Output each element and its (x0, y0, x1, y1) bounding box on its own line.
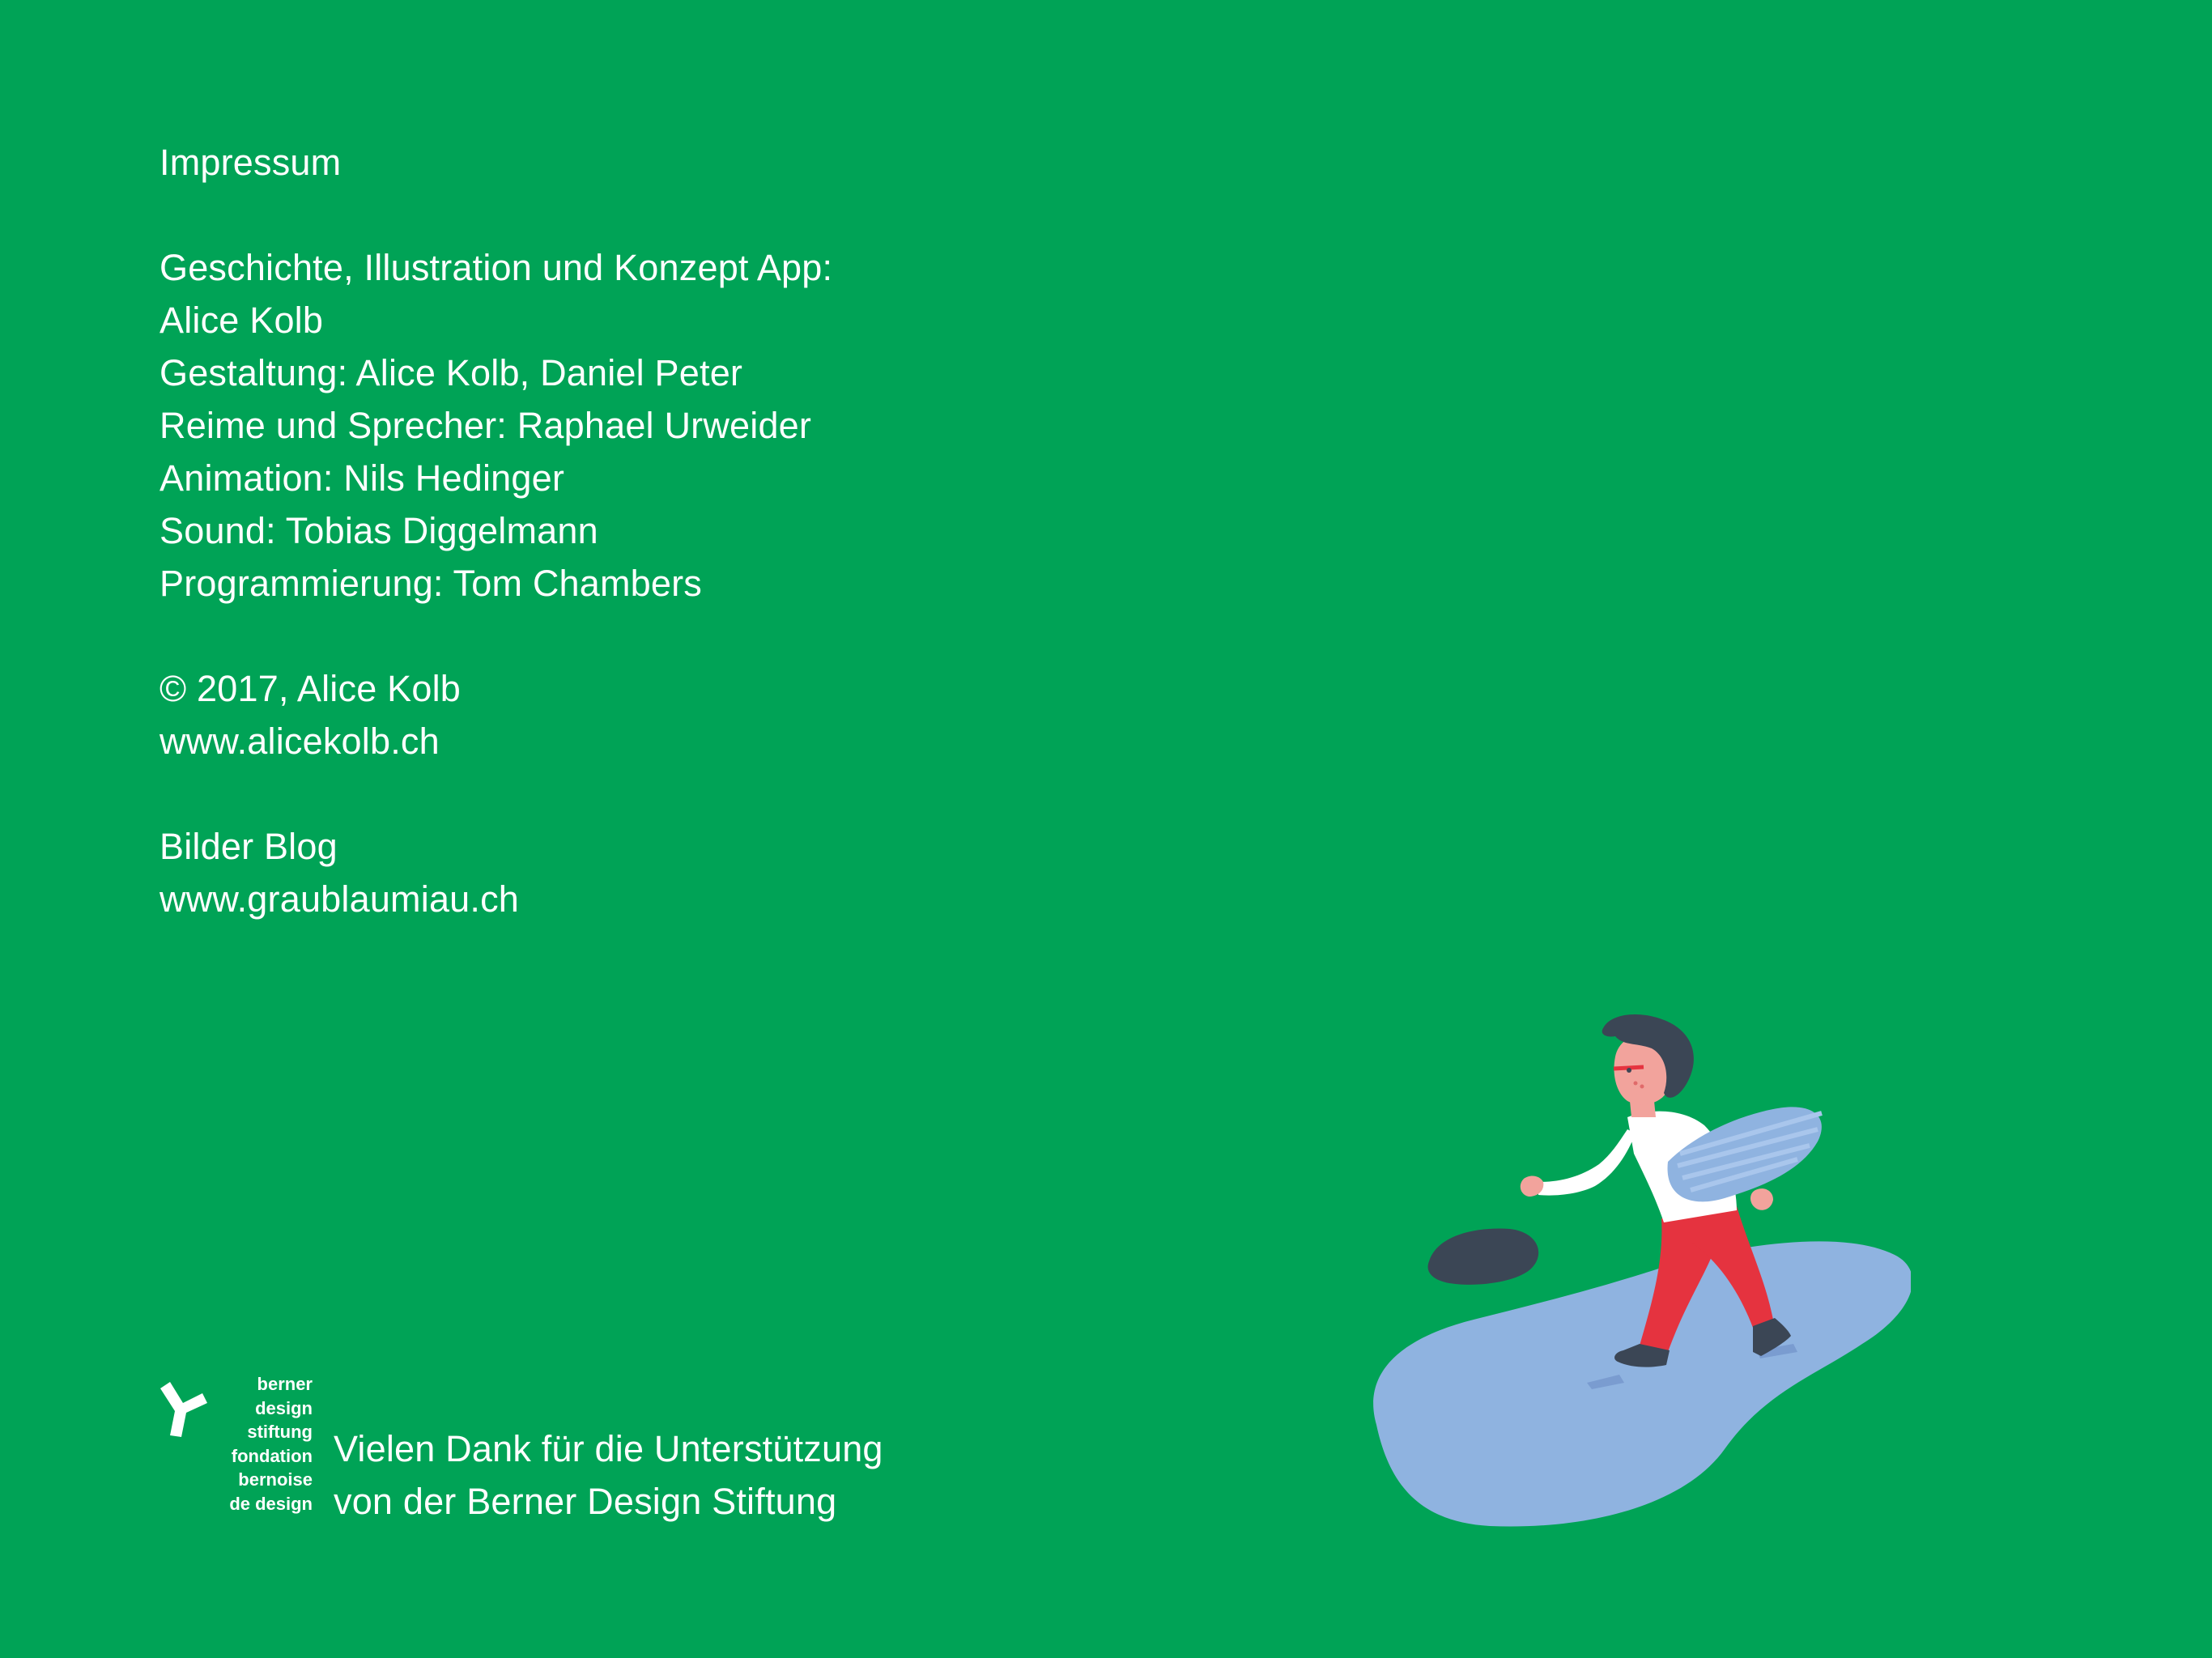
logo-line: fondation (231, 1445, 313, 1466)
shirt-arm (1538, 1129, 1636, 1196)
programming-credit: Programmierung: Tom Chambers (160, 563, 703, 604)
concept-label: Geschichte, Illustration und Konzept App… (160, 247, 833, 288)
logo-line: berner (257, 1374, 313, 1394)
logo-line: de design (229, 1493, 313, 1514)
freckle (1633, 1081, 1638, 1086)
walking-person-illustration (1373, 1014, 1911, 1527)
stone-shape (1427, 1228, 1539, 1285)
rhymes-credit: Reime und Sprecher: Raphael Urweider (160, 405, 812, 446)
animation-credit: Animation: Nils Hedinger (160, 457, 565, 499)
credits-block: Impressum Geschichte, Illustration und K… (160, 136, 1212, 925)
hand (1750, 1188, 1773, 1210)
thanks-line-2: von der Berner Design Stiftung (334, 1481, 837, 1522)
blog-label: Bilder Blog (160, 826, 338, 867)
impressum-heading: Impressum (160, 142, 342, 183)
thanks-line-1: Vielen Dank für die Unterstützung (334, 1428, 883, 1469)
sound-credit: Sound: Tobias Diggelmann (160, 510, 598, 551)
logo-line: bernoise (238, 1469, 313, 1490)
puddle-shape (1373, 1241, 1911, 1527)
y-shape-logo-icon (160, 1382, 207, 1437)
berner-design-stiftung-logo: berner design stiftung fondation bernois… (154, 1372, 324, 1518)
design-credit: Gestaltung: Alice Kolb, Daniel Peter (160, 352, 743, 393)
website-link[interactable]: www.alicekolb.ch (160, 715, 1212, 767)
logo-line: design (255, 1397, 313, 1418)
sponsor-thanks: Vielen Dank für die Unterstützung von de… (334, 1422, 883, 1528)
freckle (1640, 1084, 1644, 1089)
concept-name: Alice Kolb (160, 300, 324, 341)
blog-link[interactable]: www.graublaumiau.ch (160, 873, 1212, 925)
logo-line: stiftung (247, 1422, 313, 1442)
eye (1627, 1068, 1631, 1073)
copyright-text: © 2017, Alice Kolb (160, 668, 461, 709)
logo-wordmark: berner design stiftung fondation bernois… (229, 1372, 313, 1516)
